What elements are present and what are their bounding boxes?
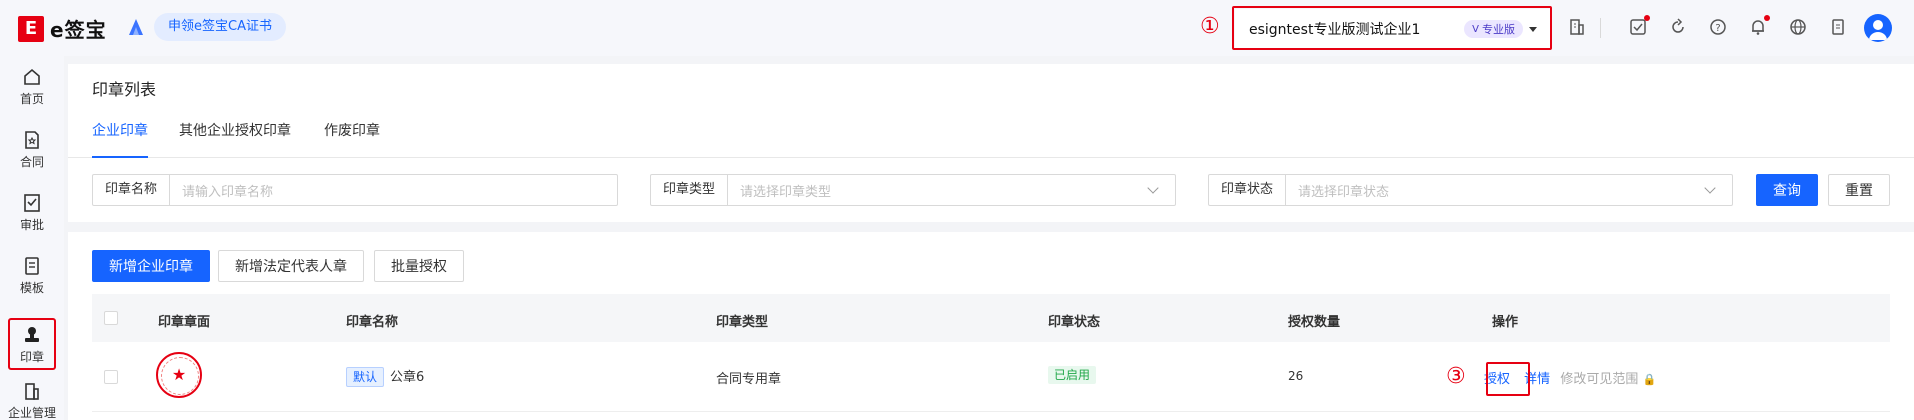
query-button[interactable]: 查询 <box>1756 174 1818 206</box>
seal-name-cell: 默认 公章6 <box>346 366 424 387</box>
contract-icon <box>25 130 39 149</box>
table-row: ★ 默认 公章6 合同专用章 已启用 26 授权 详情 修改可见范围 🔒 <box>92 342 1890 412</box>
sidebar-item-seal[interactable]: 印章 <box>8 318 56 370</box>
row-checkbox[interactable] <box>104 370 118 384</box>
sidebar-item-contract[interactable]: 合同 <box>8 123 56 175</box>
column-header: 印章状态 <box>1048 315 1101 330</box>
seal-type-label: 印章类型 <box>651 175 729 205</box>
notification-dot <box>1644 15 1650 21</box>
seal-name-input[interactable]: 请输入印章名称 <box>170 181 617 200</box>
sidebar-item-home[interactable]: 首页 <box>8 60 56 112</box>
select-all-checkbox[interactable] <box>104 311 118 325</box>
enterprise-icon <box>25 382 39 400</box>
sidebar-item-label: 企业管理 <box>8 405 57 420</box>
todo-icon[interactable] <box>1628 15 1650 37</box>
status-badge: 已启用 <box>1048 366 1097 384</box>
seal-name: 公章6 <box>390 370 425 385</box>
avatar[interactable] <box>1864 14 1892 42</box>
batch-authorize-button[interactable]: 批量授权 <box>374 250 464 282</box>
lock-icon: 🔒 <box>1642 373 1657 386</box>
building-icon[interactable] <box>1567 17 1587 37</box>
top-bar: E e签宝 申领e签宝CA证书 ① esigntest专业版测试企业1 V 专业… <box>0 0 1914 56</box>
column-header: 印章类型 <box>716 315 769 330</box>
sidebar-item-label: 印章 <box>19 349 44 364</box>
template-icon <box>25 256 39 275</box>
ca-logo-icon <box>129 19 143 35</box>
sidebar-item-template[interactable]: 模板 <box>8 249 56 301</box>
chevron-down-icon <box>1704 182 1716 194</box>
ca-cert-button[interactable]: 申领e签宝CA证书 <box>154 13 286 41</box>
annotation-box-1 <box>1232 6 1552 50</box>
seal-table-panel: 新增企业印章 新增法定代表人章 批量授权 印章章面 印章名称 印章类型 印章状态… <box>68 232 1914 420</box>
sidebar-item-label: 模板 <box>19 280 44 295</box>
bell-icon[interactable] <box>1748 15 1770 37</box>
star-icon: ★ <box>171 365 187 384</box>
approval-icon <box>24 193 40 212</box>
column-header: 印章名称 <box>346 315 399 330</box>
sidebar-item-label: 首页 <box>19 91 44 106</box>
seal-status-label: 印章状态 <box>1209 175 1287 205</box>
logo-prefix: e <box>50 18 65 42</box>
help-icon[interactable]: ? <box>1708 17 1728 37</box>
home-icon <box>24 68 40 85</box>
sidebar-item-enterprise[interactable]: 企业管理 <box>8 374 56 420</box>
notification-dot <box>1764 15 1770 21</box>
logo[interactable]: E e签宝 <box>18 14 107 43</box>
seal-type-cell: 合同专用章 <box>716 372 782 387</box>
filter-panel: 印章列表 企业印章 其他企业授权印章 作废印章 印章名称 请输入印章名称 印章类… <box>68 64 1914 222</box>
tab-voided-seal[interactable]: 作废印章 <box>324 120 380 158</box>
sidebar-item-approval[interactable]: 审批 <box>8 186 56 238</box>
edit-scope-link: 修改可见范围 <box>1560 372 1639 387</box>
toolbar-divider <box>1600 18 1601 38</box>
column-header: 印章章面 <box>158 315 211 330</box>
annotation-3: ③ <box>1446 364 1466 389</box>
seal-image: ★ <box>156 352 202 398</box>
seal-status-select[interactable]: 请选择印章状态 <box>1286 181 1706 200</box>
page-title: 印章列表 <box>92 80 157 99</box>
sidebar-item-label: 审批 <box>19 217 44 232</box>
seal-type-select[interactable]: 请选择印章类型 <box>728 181 1149 200</box>
column-header: 授权数量 <box>1288 315 1341 330</box>
seal-name-label: 印章名称 <box>93 175 171 205</box>
ca-cert-entry[interactable]: 申领e签宝CA证书 <box>124 13 286 41</box>
seal-status-filter: 印章状态 请选择印章状态 <box>1208 174 1733 206</box>
annotation-1: ① <box>1200 14 1220 39</box>
add-legal-rep-seal-button[interactable]: 新增法定代表人章 <box>218 250 364 282</box>
annotation-box-3 <box>1486 362 1530 396</box>
user-icon <box>1869 20 1887 40</box>
tab-enterprise-seal[interactable]: 企业印章 <box>92 120 148 158</box>
sidebar: 首页 合同 审批 模板 印章 企业管理 <box>0 56 64 420</box>
seal-icon <box>25 326 39 342</box>
reset-button[interactable]: 重置 <box>1828 174 1890 206</box>
globe-icon[interactable] <box>1788 17 1808 37</box>
auth-count-cell: 26 <box>1288 369 1304 383</box>
logo-name: 签宝 <box>64 18 107 42</box>
default-badge: 默认 <box>346 367 385 387</box>
tab-authorized-seal[interactable]: 其他企业授权印章 <box>179 120 291 158</box>
svg-text:?: ? <box>1715 23 1720 34</box>
add-enterprise-seal-button[interactable]: 新增企业印章 <box>92 250 210 282</box>
document-icon[interactable] <box>1828 17 1848 37</box>
seal-status-cell: 已启用 <box>1048 366 1097 384</box>
seal-type-filter: 印章类型 请选择印章类型 <box>650 174 1176 206</box>
column-header: 操作 <box>1492 315 1519 330</box>
chevron-down-icon <box>1147 182 1159 194</box>
logo-mark: E <box>18 15 44 42</box>
refresh-icon[interactable] <box>1668 17 1688 37</box>
sidebar-item-label: 合同 <box>19 154 44 169</box>
tab-bar: 企业印章 其他企业授权印章 作废印章 <box>68 120 1914 158</box>
seal-name-filter: 印章名称 请输入印章名称 <box>92 174 618 206</box>
table-header: 印章章面 印章名称 印章类型 印章状态 授权数量 操作 <box>92 294 1890 342</box>
